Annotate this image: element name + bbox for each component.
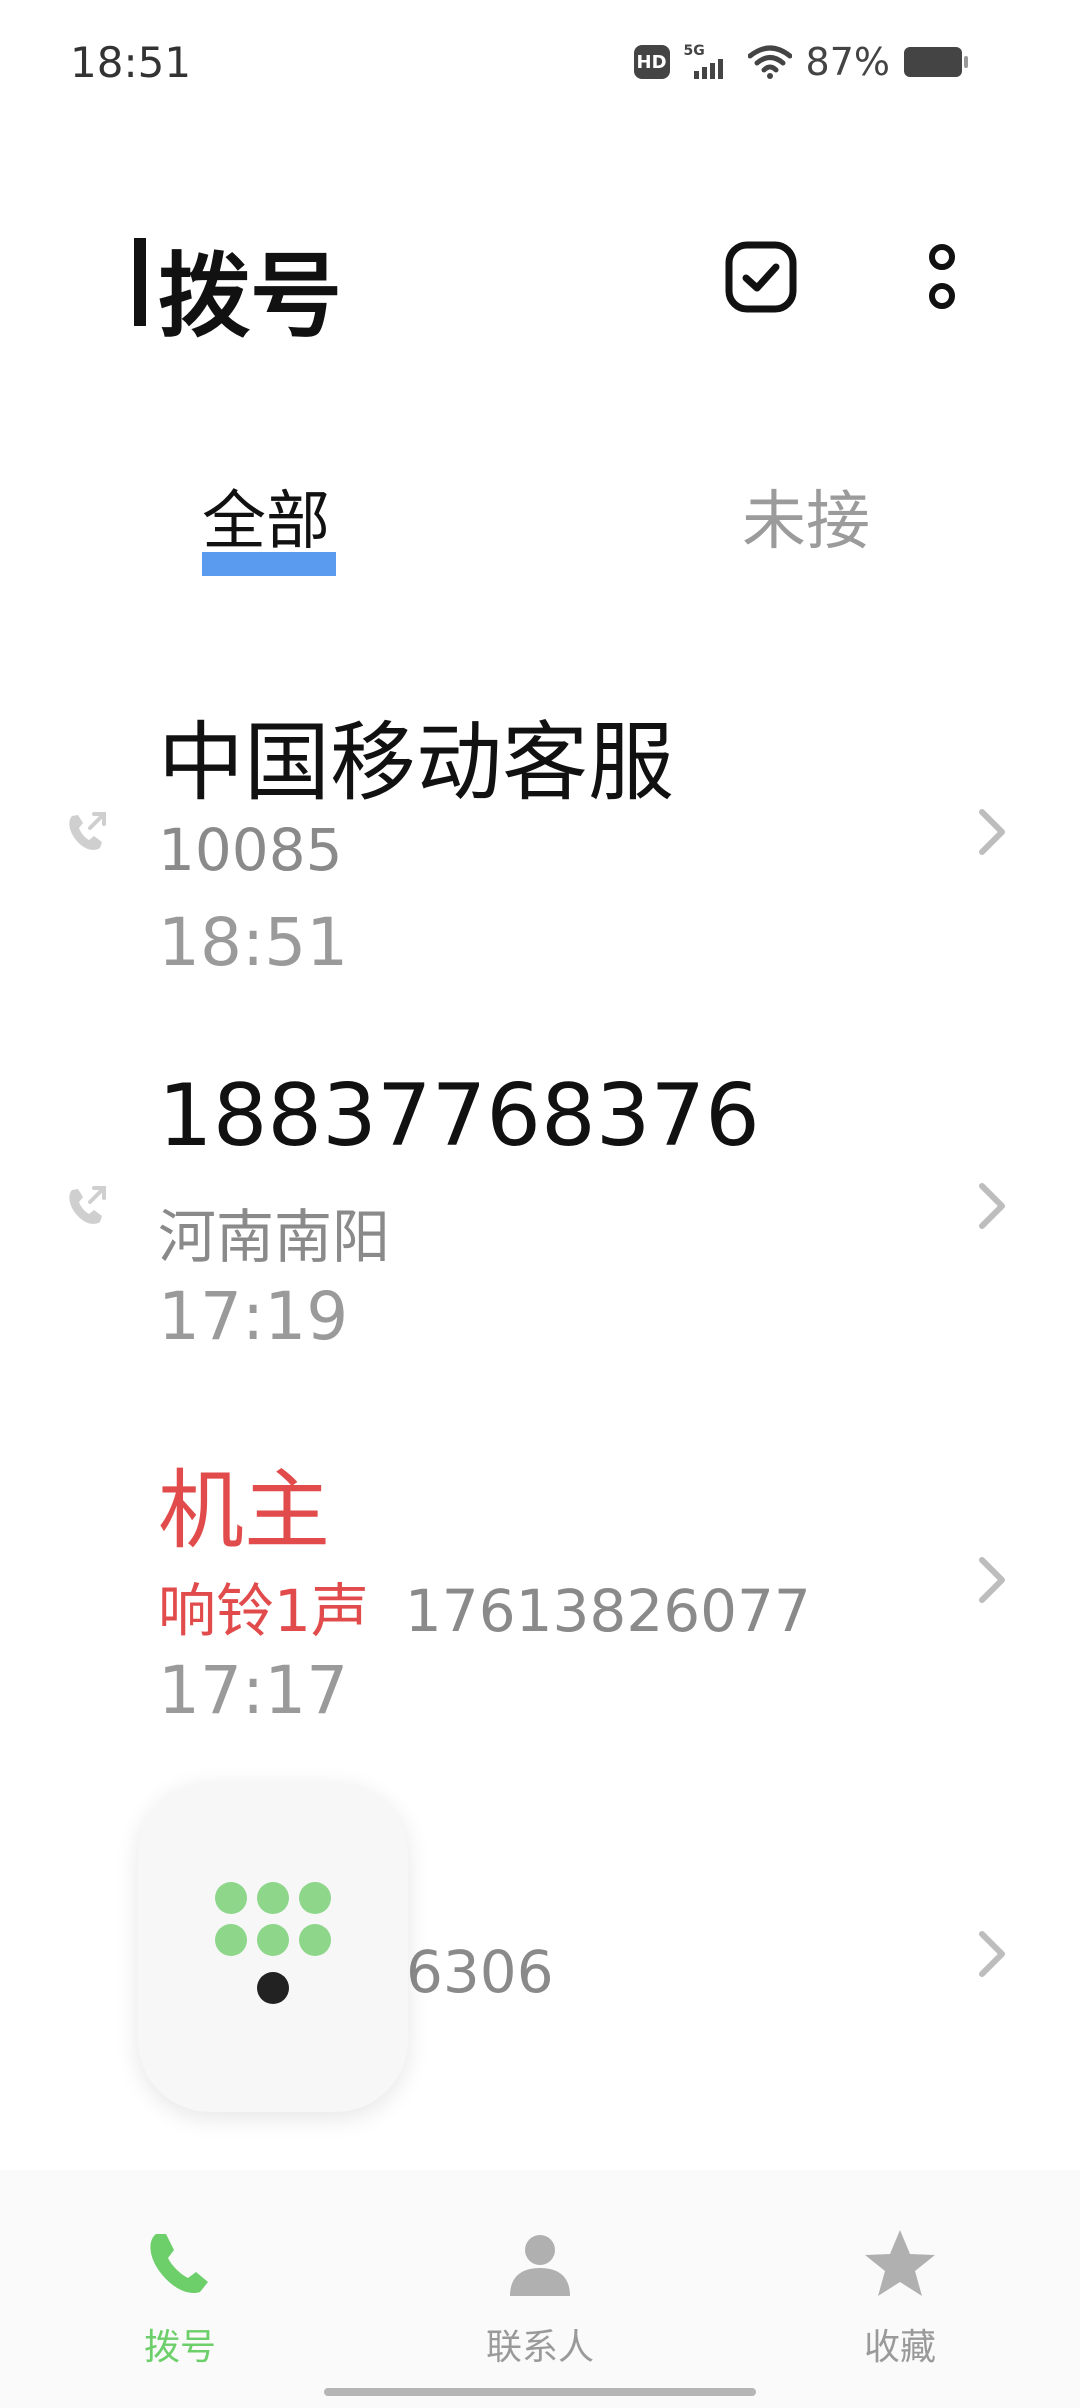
status-icons: HD 5G 87% xyxy=(633,40,968,84)
call-name: 机主 xyxy=(158,1461,330,1561)
call-log-item[interactable]: 18837768376 河南南阳 17:19 xyxy=(0,1066,1080,1436)
call-name: 中国移动客服 xyxy=(158,713,674,813)
call-log-item[interactable]: 机主 响铃1声 17613826077 17:17 xyxy=(0,1440,1080,1810)
dialpad-dot xyxy=(257,1882,289,1914)
dialpad-dot xyxy=(299,1882,331,1914)
call-time: 18:51 xyxy=(158,904,349,981)
battery-percent: 87% xyxy=(805,40,890,84)
nav-label: 收藏 xyxy=(863,2327,936,2368)
checkbox-edit-icon[interactable] xyxy=(724,240,798,314)
text-cursor xyxy=(134,238,146,326)
dialpad-dot xyxy=(215,1882,247,1914)
dialpad-dot xyxy=(257,1972,289,2004)
tab-missed[interactable]: 未接 xyxy=(742,470,870,562)
ring-count: 响铃1声 xyxy=(158,1577,369,1645)
more-vertical-icon[interactable] xyxy=(918,240,966,314)
phone-icon xyxy=(150,2234,208,2294)
chevron-right-icon[interactable] xyxy=(974,1550,1010,1610)
call-time: 17:19 xyxy=(158,1278,349,1355)
call-time: 17:17 xyxy=(158,1652,349,1729)
hd-voice-icon: HD xyxy=(633,45,670,79)
chevron-right-icon[interactable] xyxy=(974,1924,1010,1984)
chevron-right-icon[interactable] xyxy=(974,1176,1010,1236)
dialpad-dot xyxy=(257,1924,289,1956)
tab-all[interactable]: 全部 xyxy=(202,470,330,562)
call-log-item[interactable]: 中国移动客服 10085 18:51 xyxy=(0,692,1080,1062)
tab-indicator xyxy=(202,552,336,576)
dialpad-button[interactable] xyxy=(138,1782,408,2112)
call-name: 18837768376 xyxy=(158,1066,760,1166)
status-time: 18:51 xyxy=(70,38,192,87)
page-title: 拨号 xyxy=(158,243,343,350)
dialpad-dot xyxy=(215,1924,247,1956)
battery-icon xyxy=(904,47,968,77)
outgoing-call-icon xyxy=(69,1186,106,1224)
call-number: 6306 xyxy=(406,1938,554,2006)
bottom-nav: 拨号 联系人 收藏 xyxy=(0,2170,1080,2408)
star-icon xyxy=(865,2230,935,2296)
home-indicator[interactable] xyxy=(324,2388,756,2396)
call-detail: 响铃1声 17613826077 xyxy=(158,1564,811,1648)
chevron-right-icon[interactable] xyxy=(974,802,1010,862)
call-number: 10085 xyxy=(158,816,343,884)
nav-contacts[interactable]: 联系人 xyxy=(440,2170,640,2370)
nav-favorites[interactable]: 收藏 xyxy=(800,2170,1000,2370)
network-type: 5G xyxy=(683,43,705,59)
call-location: 河南南阳 xyxy=(158,1203,391,1271)
call-number: 17613826077 xyxy=(404,1577,811,1645)
signal-icon: 5G xyxy=(684,43,734,81)
nav-dial[interactable]: 拨号 xyxy=(80,2170,280,2370)
outgoing-call-icon xyxy=(69,812,106,850)
nav-label: 联系人 xyxy=(485,2327,594,2368)
phone-dialer-screen: 18:51 HD 5G 87% 拨号 全部 未接 中国移动客服 10085 18… xyxy=(0,0,1080,2408)
status-bar: 18:51 HD 5G 87% xyxy=(0,0,1080,130)
person-icon xyxy=(510,2235,570,2296)
wifi-icon xyxy=(747,45,792,79)
nav-label: 拨号 xyxy=(143,2327,216,2368)
dialpad-dot xyxy=(299,1924,331,1956)
